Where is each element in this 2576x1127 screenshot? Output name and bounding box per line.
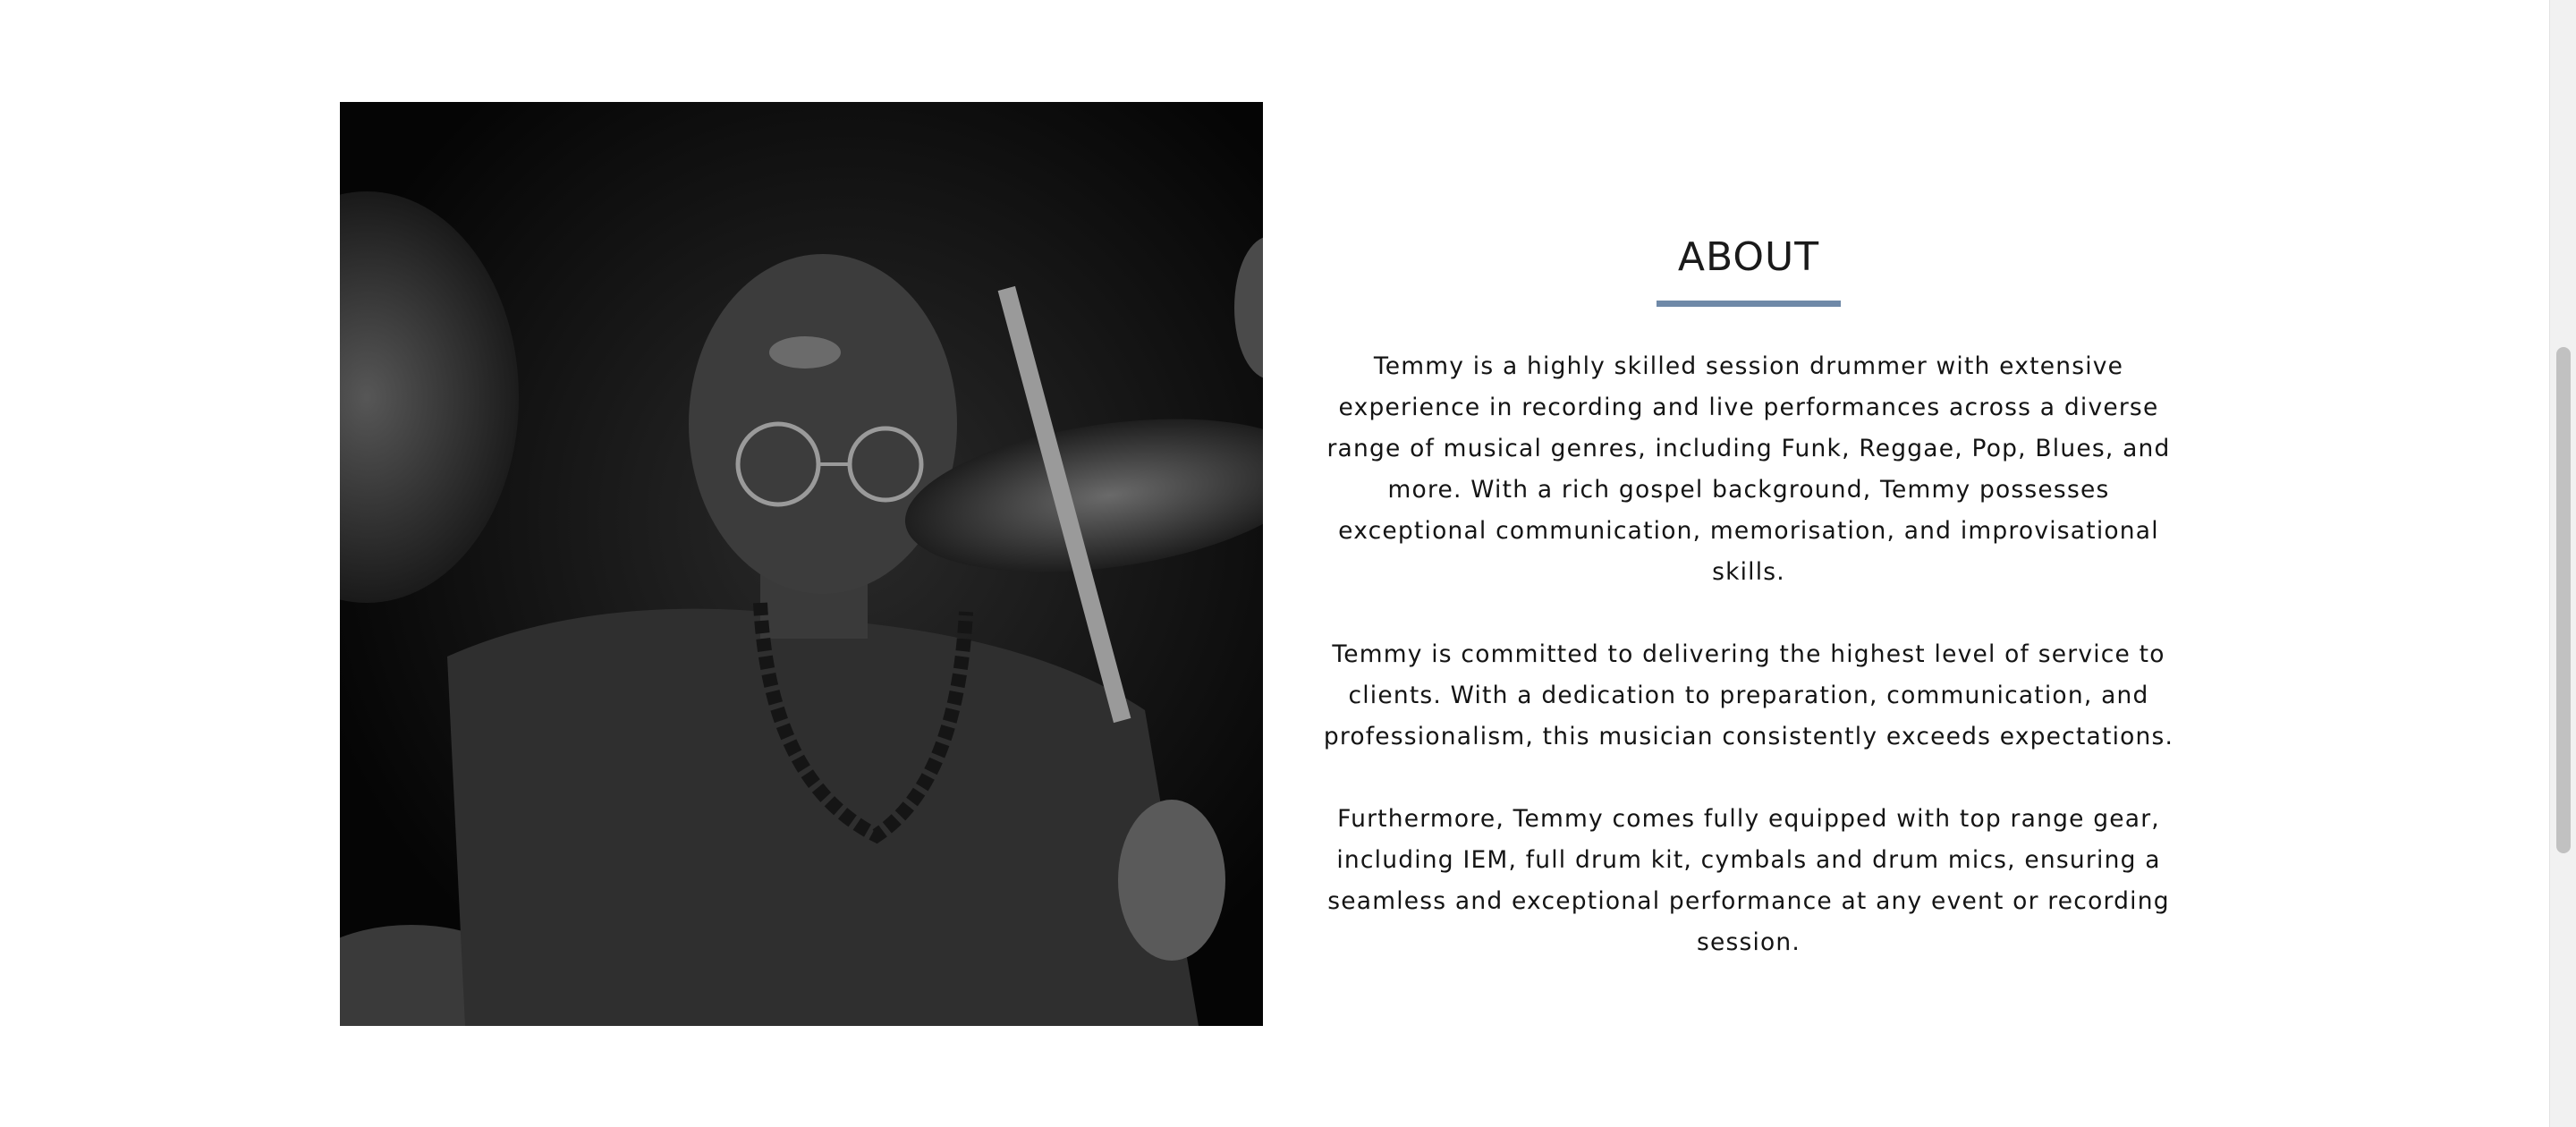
drummer-photo xyxy=(340,102,1263,1026)
about-paragraph-3: Furthermore, Temmy comes fully equipped … xyxy=(1327,805,2170,956)
page: ABOUT Temmy is a highly skilled session … xyxy=(0,0,2576,1127)
drummer-photo-graphic xyxy=(340,102,1263,1026)
about-title: ABOUT xyxy=(1677,234,1820,280)
scrollbar[interactable] xyxy=(2549,0,2576,1127)
scrollbar-thumb[interactable] xyxy=(2556,347,2571,853)
title-underline xyxy=(1657,301,1841,307)
about-paragraph-2: Temmy is committed to delivering the hig… xyxy=(1323,640,2174,750)
about-paragraph-1: Temmy is a highly skilled session drumme… xyxy=(1326,352,2171,586)
about-section: ABOUT Temmy is a highly skilled session … xyxy=(1315,231,2182,1004)
about-body: Temmy is a highly skilled session drumme… xyxy=(1315,346,2182,963)
